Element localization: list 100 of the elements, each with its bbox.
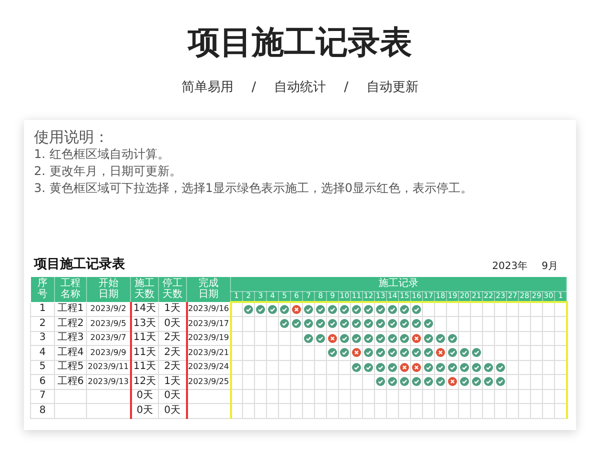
check-circle-icon[interactable] — [388, 319, 397, 328]
check-circle-icon[interactable] — [472, 377, 481, 386]
check-circle-icon[interactable] — [484, 362, 493, 372]
grid-cell[interactable] — [314, 374, 326, 389]
check-circle-icon[interactable] — [400, 348, 409, 358]
check-circle-icon[interactable] — [496, 362, 505, 372]
grid-cell[interactable] — [494, 331, 506, 346]
check-circle-icon[interactable] — [352, 362, 361, 372]
check-circle-icon[interactable] — [280, 319, 289, 328]
grid-cell[interactable] — [266, 374, 278, 389]
check-circle-icon[interactable] — [316, 319, 325, 328]
grid-cell[interactable] — [506, 316, 518, 331]
check-circle-icon[interactable] — [376, 348, 385, 358]
grid-cell[interactable] — [230, 302, 242, 316]
grid-cell[interactable] — [230, 374, 242, 389]
grid-cell[interactable] — [254, 374, 266, 389]
check-circle-icon[interactable] — [448, 348, 457, 358]
x-circle-icon[interactable] — [448, 377, 457, 386]
grid-cell[interactable] — [470, 302, 482, 316]
grid-cell[interactable] — [290, 374, 302, 389]
grid-cell[interactable] — [518, 346, 530, 360]
grid-cell[interactable] — [230, 346, 242, 360]
grid-cell[interactable] — [506, 346, 518, 360]
check-circle-icon[interactable] — [460, 348, 469, 358]
check-circle-icon[interactable] — [328, 319, 337, 328]
grid-cell[interactable] — [494, 302, 506, 316]
check-circle-icon[interactable] — [400, 334, 409, 343]
grid-cell[interactable] — [254, 360, 266, 374]
grid-cell[interactable] — [446, 302, 458, 316]
check-circle-icon[interactable] — [376, 319, 385, 328]
grid-cell[interactable] — [518, 374, 530, 389]
check-circle-icon[interactable] — [364, 305, 373, 314]
grid-cell[interactable] — [446, 316, 458, 331]
check-circle-icon[interactable] — [496, 377, 505, 386]
grid-cell[interactable] — [542, 346, 554, 360]
grid-cell[interactable] — [458, 316, 470, 331]
check-circle-icon[interactable] — [400, 305, 409, 314]
grid-cell[interactable] — [230, 316, 242, 331]
check-circle-icon[interactable] — [412, 319, 421, 328]
grid-cell[interactable] — [254, 316, 266, 331]
check-circle-icon[interactable] — [448, 362, 457, 372]
x-circle-icon[interactable] — [352, 348, 361, 358]
grid-cell[interactable] — [290, 360, 302, 374]
check-circle-icon[interactable] — [436, 334, 445, 343]
grid-cell[interactable] — [302, 374, 314, 389]
grid-cell[interactable] — [314, 346, 326, 360]
grid-cell[interactable] — [542, 374, 554, 389]
check-circle-icon[interactable] — [388, 334, 397, 343]
check-circle-icon[interactable] — [376, 362, 385, 372]
grid-cell[interactable] — [554, 302, 567, 316]
grid-cell[interactable] — [494, 346, 506, 360]
check-circle-icon[interactable] — [340, 334, 349, 343]
check-circle-icon[interactable] — [304, 334, 313, 343]
grid-cell[interactable] — [554, 331, 567, 346]
check-circle-icon[interactable] — [256, 305, 265, 314]
check-circle-icon[interactable] — [268, 305, 277, 314]
grid-cell[interactable] — [530, 316, 542, 331]
check-circle-icon[interactable] — [340, 319, 349, 328]
grid-cell[interactable] — [242, 331, 254, 346]
check-circle-icon[interactable] — [388, 377, 397, 386]
check-circle-icon[interactable] — [364, 319, 373, 328]
check-circle-icon[interactable] — [292, 319, 301, 328]
check-circle-icon[interactable] — [436, 362, 445, 372]
check-circle-icon[interactable] — [328, 305, 337, 314]
grid-cell[interactable] — [302, 346, 314, 360]
check-circle-icon[interactable] — [472, 362, 481, 372]
grid-cell[interactable] — [494, 316, 506, 331]
grid-cell[interactable] — [242, 360, 254, 374]
grid-cell[interactable] — [266, 346, 278, 360]
grid-cell[interactable] — [530, 374, 542, 389]
grid-cell[interactable] — [506, 302, 518, 316]
grid-cell[interactable] — [278, 331, 290, 346]
check-circle-icon[interactable] — [364, 348, 373, 358]
grid-cell[interactable] — [278, 374, 290, 389]
grid-cell[interactable] — [530, 360, 542, 374]
grid-cell[interactable] — [482, 331, 494, 346]
grid-cell[interactable] — [506, 360, 518, 374]
grid-cell[interactable] — [530, 331, 542, 346]
grid-cell[interactable] — [434, 316, 446, 331]
grid-cell[interactable] — [530, 302, 542, 316]
check-circle-icon[interactable] — [352, 305, 361, 314]
check-circle-icon[interactable] — [376, 305, 385, 314]
grid-cell[interactable] — [290, 346, 302, 360]
check-circle-icon[interactable] — [412, 305, 421, 314]
grid-cell[interactable] — [506, 331, 518, 346]
check-circle-icon[interactable] — [424, 362, 433, 372]
check-circle-icon[interactable] — [304, 305, 313, 314]
grid-cell[interactable] — [470, 331, 482, 346]
check-circle-icon[interactable] — [460, 377, 469, 386]
check-circle-icon[interactable] — [340, 348, 349, 358]
check-circle-icon[interactable] — [304, 319, 313, 328]
grid-cell[interactable] — [518, 316, 530, 331]
grid-cell[interactable] — [290, 331, 302, 346]
grid-cell[interactable] — [482, 302, 494, 316]
check-circle-icon[interactable] — [424, 334, 433, 343]
grid-cell[interactable] — [242, 316, 254, 331]
grid-cell[interactable] — [518, 331, 530, 346]
grid-cell[interactable] — [350, 374, 362, 389]
grid-cell[interactable] — [458, 302, 470, 316]
grid-cell[interactable] — [230, 360, 242, 374]
